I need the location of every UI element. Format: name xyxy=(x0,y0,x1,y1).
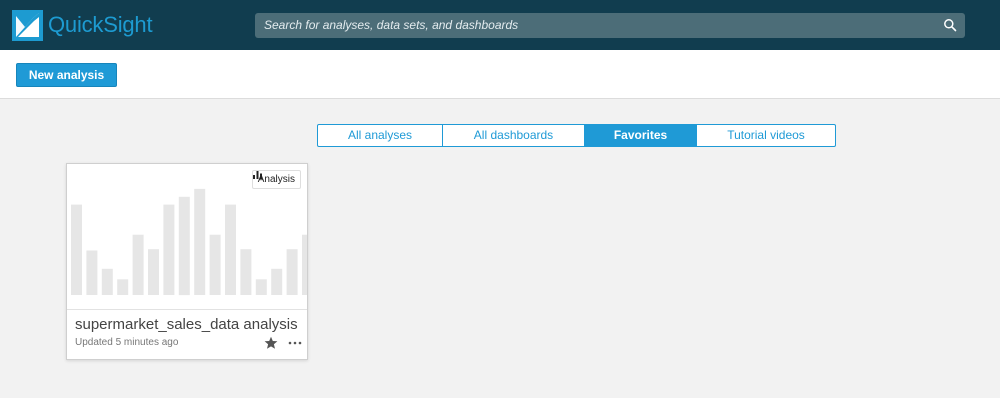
bar-chart-icon xyxy=(252,171,262,179)
quicksight-logo[interactable]: QuickSight xyxy=(12,9,153,41)
analysis-updated-time: Updated 5 minutes ago xyxy=(75,337,179,348)
thumbnail-bar xyxy=(209,234,221,295)
thumbnail-bar xyxy=(148,249,159,295)
thumbnail-bar xyxy=(194,188,206,295)
app-name: QuickSight xyxy=(48,12,153,37)
thumbnail-bar xyxy=(101,268,113,295)
thumbnail-bar xyxy=(86,250,98,295)
search-placeholder: Search for analyses, data sets, and dash… xyxy=(264,18,519,32)
tab-tutorial-videos[interactable]: Tutorial videos xyxy=(697,125,835,146)
search-icon[interactable] xyxy=(943,18,957,32)
more-options-icon[interactable] xyxy=(288,336,302,350)
thumbnail-bar xyxy=(255,279,267,295)
tab-all-analyses[interactable]: All analyses xyxy=(318,125,443,146)
quicksight-logo-icon xyxy=(12,9,43,41)
analysis-thumbnail[interactable]: Analysis xyxy=(67,164,307,310)
thumbnail-bar xyxy=(271,268,283,295)
thumbnail-bar xyxy=(225,204,236,295)
analysis-type-badge: Analysis xyxy=(251,170,301,189)
analysis-type-label: Analysis xyxy=(257,174,295,185)
analysis-title[interactable]: supermarket_sales_data analysis xyxy=(75,316,298,333)
view-tabs: All analyses All dashboards Favorites Tu… xyxy=(317,124,836,147)
thumbnail-bar xyxy=(286,249,298,295)
search-input[interactable]: Search for analyses, data sets, and dash… xyxy=(255,13,965,38)
tab-all-dashboards[interactable]: All dashboards xyxy=(443,125,585,146)
thumbnail-bar xyxy=(117,279,129,295)
thumbnail-bar xyxy=(302,234,307,295)
thumbnail-bar xyxy=(163,204,175,295)
top-bar: QuickSight Search for analyses, data set… xyxy=(0,0,1000,50)
thumbnail-bar xyxy=(178,196,190,296)
favorite-star-icon[interactable] xyxy=(264,336,278,350)
thumbnail-bar xyxy=(71,204,82,295)
action-bar: New analysis xyxy=(0,50,1000,99)
new-analysis-button[interactable]: New analysis xyxy=(16,63,117,87)
thumbnail-bar xyxy=(132,234,144,295)
analysis-card[interactable]: Analysis supermarket_sales_data analysis… xyxy=(66,163,308,360)
thumbnail-bar xyxy=(240,249,252,295)
tab-favorites[interactable]: Favorites xyxy=(585,125,697,146)
